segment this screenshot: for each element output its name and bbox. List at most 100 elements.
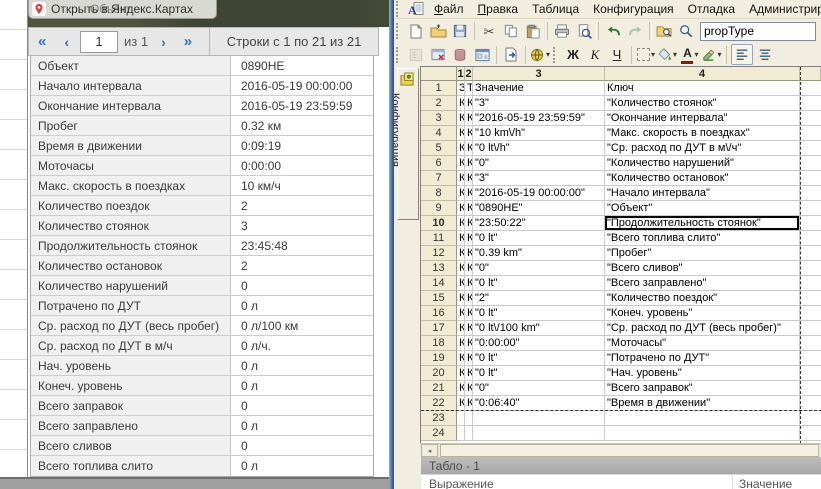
grid-row-number[interactable]: 18 — [421, 336, 457, 351]
grid-cell[interactable] — [800, 141, 821, 156]
grid-row-number[interactable]: 24 — [421, 426, 457, 441]
toolbar-gripper[interactable] — [553, 46, 558, 63]
grid-row-number[interactable]: 17 — [421, 321, 457, 336]
print-preview-button[interactable] — [574, 22, 594, 41]
search-combobox[interactable] — [700, 21, 816, 41]
grid-cell-key[interactable]: "Макс. скорость в поездках" — [605, 126, 800, 141]
database-button[interactable] — [450, 45, 470, 64]
grid-cell[interactable]: К — [465, 276, 473, 291]
grid-cell[interactable]: К — [457, 201, 465, 216]
grid-cell[interactable] — [800, 276, 821, 291]
grid-cell[interactable] — [800, 156, 821, 171]
grid-cell-key[interactable]: "Время в движении" — [605, 396, 800, 411]
grid-cell[interactable]: К — [465, 96, 473, 111]
grid-cell[interactable]: К — [457, 231, 465, 246]
grid-cell-value[interactable]: "2016-05-19 23:59:59" — [473, 111, 605, 126]
grid-cell[interactable] — [800, 96, 821, 111]
menu-5[interactable]: Администрирование — [742, 1, 821, 17]
grid-row-number[interactable]: 3 — [421, 111, 457, 126]
grid-row-number[interactable]: 20 — [421, 366, 457, 381]
grid-cell-key[interactable]: "Окончание интервала" — [605, 111, 800, 126]
find-in-files-button[interactable] — [654, 22, 674, 41]
grid-cell-key-selected[interactable]: "Продолжительность стоянок" — [605, 216, 800, 231]
toolbar-gripper[interactable] — [396, 23, 401, 39]
grid-cell[interactable]: К — [457, 126, 465, 141]
grid-cell[interactable] — [473, 426, 605, 441]
grid-cell[interactable] — [800, 396, 821, 411]
search-button[interactable] — [676, 22, 696, 41]
grid-row-number[interactable]: 11 — [421, 231, 457, 246]
grid-cell[interactable]: К — [465, 201, 473, 216]
grid-cell[interactable]: Значение — [473, 81, 605, 96]
copy-button[interactable] — [501, 22, 521, 41]
grid-cell[interactable]: К — [465, 156, 473, 171]
grid-cell[interactable]: К — [457, 171, 465, 186]
tab-configuration[interactable]: Конфигурация — [394, 68, 419, 220]
grid-row-number[interactable]: 9 — [421, 201, 457, 216]
grid-cell[interactable] — [605, 411, 800, 426]
grid-cell[interactable]: К — [457, 396, 465, 411]
redo-button[interactable] — [625, 22, 645, 41]
italic-button[interactable]: К — [585, 45, 605, 64]
grid-cell[interactable] — [800, 231, 821, 246]
grid-cell[interactable]: К — [457, 186, 465, 201]
grid-cell[interactable]: К — [457, 336, 465, 351]
grid-cell[interactable] — [800, 126, 821, 141]
grid-cell[interactable] — [800, 411, 821, 426]
last-page-button[interactable]: » — [175, 33, 201, 50]
grid-cell-value[interactable]: "2" — [473, 291, 605, 306]
grid-cell[interactable]: К — [465, 246, 473, 261]
grid-cell-value[interactable]: "0 lt" — [473, 276, 605, 291]
grid-cell[interactable]: Ключ — [605, 81, 800, 96]
grid-cell[interactable]: К — [465, 381, 473, 396]
grid-cell-key[interactable]: "Объект" — [605, 201, 800, 216]
menu-2[interactable]: Таблица — [525, 1, 586, 17]
grid-cell-key[interactable]: "Всего сливов" — [605, 261, 800, 276]
names-panel-button[interactable] — [406, 45, 426, 64]
prev-page-button[interactable]: ‹ — [55, 34, 78, 50]
grid-cell-value[interactable]: "0 lt" — [473, 366, 605, 381]
grid-cell[interactable]: К — [465, 171, 473, 186]
borders-button[interactable]: ▾ — [636, 45, 656, 64]
grid-cell-value[interactable]: "0:06:40" — [473, 396, 605, 411]
paste-button[interactable] — [523, 22, 543, 41]
grid-cell[interactable] — [800, 111, 821, 126]
grid-cell[interactable]: К — [457, 276, 465, 291]
grid-cell[interactable]: К — [465, 396, 473, 411]
grid-cell-value[interactable]: "0" — [473, 261, 605, 276]
external-document-button[interactable] — [501, 45, 521, 64]
grid-row-number[interactable]: 5 — [421, 141, 457, 156]
grid-cell-value[interactable]: "3" — [473, 171, 605, 186]
horizontal-scrollbar[interactable]: ◂ — [420, 443, 821, 457]
menu-3[interactable]: Конфигурация — [586, 1, 681, 17]
grid-cell[interactable] — [800, 306, 821, 321]
grid-cell-value[interactable]: "2016-05-19 00:00:00" — [473, 186, 605, 201]
grid-cell[interactable]: К — [465, 366, 473, 381]
grid-column-header[interactable]: 3 — [473, 67, 605, 81]
grid-cell[interactable] — [800, 351, 821, 366]
grid-cell-value[interactable]: "0 lt" — [473, 231, 605, 246]
grid-cell-key[interactable]: "Всего заправлено" — [605, 276, 800, 291]
new-document-button[interactable] — [406, 22, 426, 41]
grid-cell[interactable] — [800, 336, 821, 351]
grid-cell[interactable] — [457, 426, 465, 441]
grid-cell[interactable]: К — [465, 306, 473, 321]
first-page-button[interactable]: « — [29, 33, 55, 50]
grid-row-number[interactable]: 8 — [421, 186, 457, 201]
grid-cell[interactable]: К — [457, 351, 465, 366]
grid-cell[interactable]: К — [457, 306, 465, 321]
open-button[interactable] — [428, 22, 448, 41]
grid-cell[interactable] — [800, 321, 821, 336]
grid-cell-value[interactable]: "3" — [473, 96, 605, 111]
grid-column-header[interactable]: 2 — [465, 67, 473, 81]
align-center-button[interactable] — [755, 45, 775, 64]
grid-cell[interactable]: К — [465, 261, 473, 276]
grid-cell[interactable] — [473, 411, 605, 426]
grid-cell-key[interactable]: "Ср. расход по ДУТ (весь пробег)" — [605, 321, 800, 336]
grid-row-number[interactable]: 19 — [421, 351, 457, 366]
grid-cell[interactable]: К — [465, 336, 473, 351]
grid-cell[interactable] — [800, 426, 821, 441]
grid-cell-value[interactable]: "0 lt\/h" — [473, 141, 605, 156]
print-button[interactable] — [552, 22, 572, 41]
grid-cell[interactable]: К — [465, 351, 473, 366]
